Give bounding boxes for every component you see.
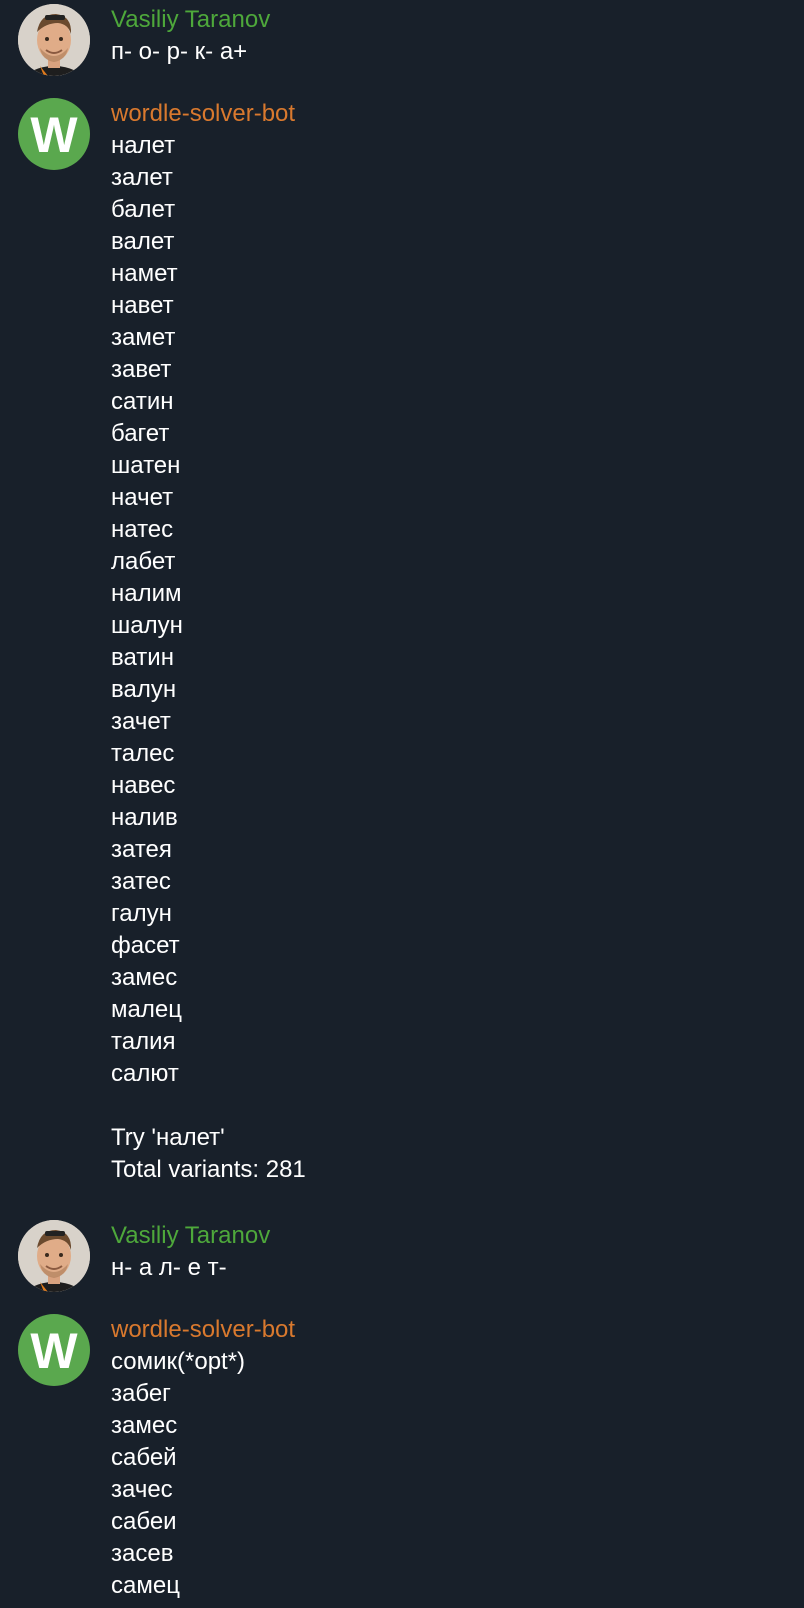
- list-item: намет: [111, 260, 178, 287]
- list-item: забег: [111, 1380, 171, 1407]
- list-item: сабеи: [111, 1508, 177, 1535]
- list-item: завет: [111, 356, 172, 383]
- list-item: натес: [111, 516, 174, 543]
- message-text: н- а л- е т-: [111, 1254, 227, 1281]
- list-item: зачес: [111, 1476, 173, 1503]
- list-item: навет: [111, 292, 174, 319]
- list-item: затея: [111, 836, 172, 863]
- list-item: сабей: [111, 1444, 177, 1471]
- list-item: затес: [111, 868, 171, 895]
- sender-name[interactable]: wordle-solver-bot: [111, 1314, 295, 1346]
- list-item: фасет: [111, 932, 180, 959]
- user-photo-icon: [18, 1220, 90, 1292]
- list-item: шатен: [111, 452, 181, 479]
- list-item: замет: [111, 324, 176, 351]
- list-item: налим: [111, 580, 182, 607]
- list-item: зачет: [111, 708, 171, 735]
- list-item: замес: [111, 964, 178, 991]
- list-item: талия: [111, 1028, 176, 1055]
- avatar[interactable]: W: [18, 98, 90, 170]
- sender-name[interactable]: Vasiliy Taranov: [111, 4, 270, 36]
- list-item: самец: [111, 1572, 180, 1599]
- sender-name[interactable]: wordle-solver-bot: [111, 98, 306, 130]
- suggestion-text: Try 'налет': [111, 1124, 225, 1151]
- list-item: салют: [111, 1060, 179, 1087]
- user-photo-icon: [18, 4, 90, 76]
- list-item: сомик(*opt*): [111, 1348, 246, 1375]
- list-item: ватин: [111, 644, 174, 671]
- list-item: талес: [111, 740, 175, 767]
- list-item: навес: [111, 772, 176, 799]
- avatar[interactable]: [18, 1220, 90, 1292]
- bot-avatar-letter: W: [30, 1323, 78, 1379]
- list-item: залет: [111, 164, 173, 191]
- list-item: налет: [111, 132, 176, 159]
- list-item: валет: [111, 228, 175, 255]
- list-item: начет: [111, 484, 174, 511]
- list-item: сатин: [111, 388, 174, 415]
- total-variants-text: Total variants: 281: [111, 1156, 306, 1183]
- list-item: валун: [111, 676, 177, 703]
- list-item: галун: [111, 900, 172, 927]
- avatar[interactable]: W: [18, 1314, 90, 1386]
- list-item: балет: [111, 196, 176, 223]
- bot-avatar-letter: W: [30, 107, 78, 163]
- message-text: п- о- р- к- а+: [111, 38, 248, 65]
- list-item: малец: [111, 996, 182, 1023]
- list-item: шалун: [111, 612, 183, 639]
- list-item: замес: [111, 1412, 178, 1439]
- avatar[interactable]: [18, 4, 90, 76]
- sender-name[interactable]: Vasiliy Taranov: [111, 1220, 270, 1252]
- list-item: багет: [111, 420, 170, 447]
- list-item: лабет: [111, 548, 176, 575]
- list-item: налив: [111, 804, 178, 831]
- list-item: засев: [111, 1540, 174, 1567]
